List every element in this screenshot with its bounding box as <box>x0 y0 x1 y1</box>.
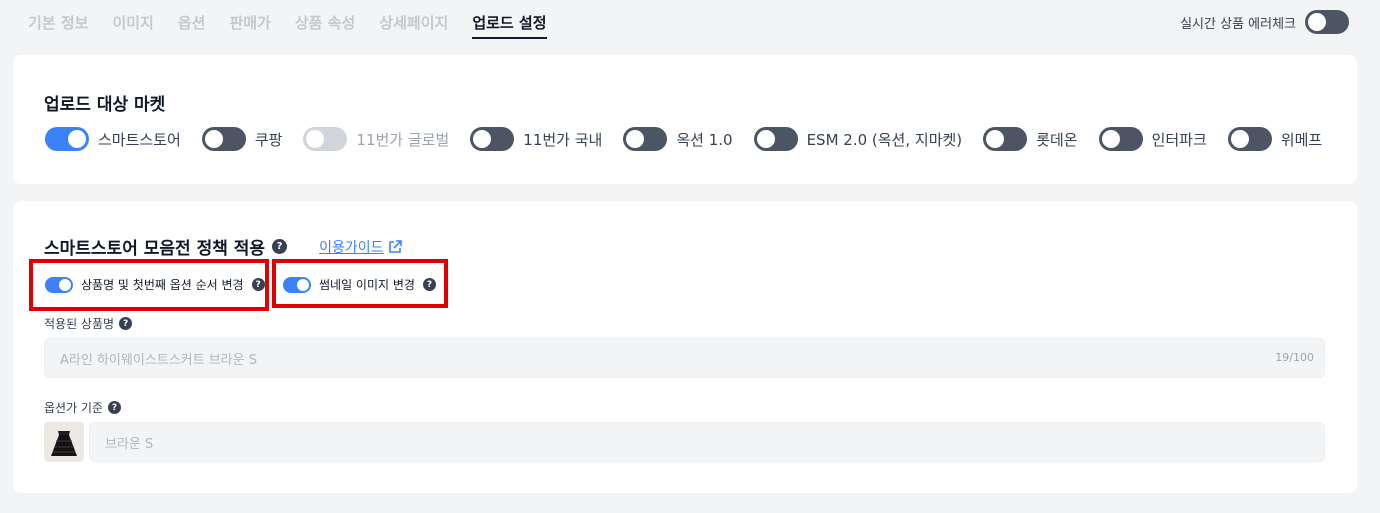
toggle-knob <box>1101 130 1120 148</box>
toggle-lotteon[interactable] <box>983 127 1028 151</box>
market-label: 위메프 <box>1280 130 1323 149</box>
external-link-icon <box>389 239 403 253</box>
applied-name-input[interactable]: A라인 하이웨이스트스커트 브라운 S 19/100 <box>44 338 1325 378</box>
toggle-knob <box>986 130 1005 148</box>
applied-name-field-label: 적용된 상품명 ? <box>44 315 133 332</box>
toggle-knob <box>59 278 71 291</box>
help-icon[interactable]: ? <box>272 239 288 254</box>
policy-header: 스마트스토어 모음전 정책 적용 ? 이용가이드 <box>44 234 403 259</box>
realtime-error-check: 실시간 상품 에러체크 <box>1180 10 1349 34</box>
toggle-auction[interactable] <box>623 127 668 151</box>
help-icon[interactable]: ? <box>108 401 122 414</box>
help-icon[interactable]: ? <box>119 317 133 330</box>
toggle-knob <box>306 130 325 148</box>
market-wemakeprice: 위메프 <box>1227 127 1323 151</box>
option-reorder-label: 상품명 및 첫번째 옵션 순서 변경 <box>81 278 244 292</box>
market-label: 인터파크 <box>1151 130 1207 149</box>
option-reorder-name: 상품명 및 첫번째 옵션 순서 변경 ? <box>45 276 265 293</box>
applied-name-value: A라인 하이웨이스트스커트 브라운 S <box>60 352 257 368</box>
option-value-input[interactable]: 브라운 S <box>89 422 1325 462</box>
market-11st-domestic: 11번가 국내 <box>470 127 602 151</box>
toggle-11st-global[interactable] <box>303 127 348 151</box>
toggle-wemakeprice[interactable] <box>1227 127 1272 151</box>
section-title-policy: 스마트스토어 모음전 정책 적용 <box>44 239 266 259</box>
toggle-coupang[interactable] <box>201 127 246 151</box>
market-lotteon: 롯데온 <box>983 127 1078 151</box>
market-11st-global: 11번가 글로벌 <box>303 127 449 151</box>
upload-market-card: 업로드 대상 마켓 스마트스토어 쿠팡 11번가 글로벌 11번가 국내 옥션 … <box>13 55 1357 184</box>
tab-detail-page[interactable]: 상세페이지 <box>379 12 448 39</box>
toggle-knob <box>473 130 492 148</box>
toggle-reorder-name[interactable] <box>45 276 73 293</box>
tab-images[interactable]: 이미지 <box>112 12 153 39</box>
option-thumbnail-label: 썸네일 이미지 변경 <box>319 278 415 292</box>
option-price-field-label: 옵션가 기준 ? <box>44 399 122 416</box>
toggle-esm[interactable] <box>753 127 798 151</box>
tab-attributes[interactable]: 상품 속성 <box>295 12 355 39</box>
option-thumbnail-change: 썸네일 이미지 변경 ? <box>283 276 436 293</box>
tab-price[interactable]: 판매가 <box>229 12 270 39</box>
market-label: ESM 2.0 (옥션, 지마켓) <box>806 130 963 149</box>
section-title-markets: 업로드 대상 마켓 <box>44 95 166 115</box>
tab-basic-info[interactable]: 기본 정보 <box>28 12 88 39</box>
toggle-11st-domestic[interactable] <box>470 127 515 151</box>
skirt-image <box>44 422 84 462</box>
toggle-knob <box>204 130 223 148</box>
market-label: 쿠팡 <box>254 130 283 149</box>
market-smartstore: 스마트스토어 <box>45 127 181 151</box>
help-icon[interactable]: ? <box>251 278 265 291</box>
usage-guide-label: 이용가이드 <box>319 239 384 256</box>
toggle-knob <box>297 278 309 291</box>
market-label: 스마트스토어 <box>98 130 181 149</box>
realtime-error-check-label: 실시간 상품 에러체크 <box>1180 16 1296 32</box>
toggle-knob <box>1308 13 1326 31</box>
market-coupang: 쿠팡 <box>201 127 283 151</box>
applied-name-label: 적용된 상품명 <box>44 317 115 331</box>
tab-upload-settings[interactable]: 업로드 설정 <box>472 12 547 39</box>
market-auction: 옥션 1.0 <box>623 127 733 151</box>
tab-bar: 기본 정보 이미지 옵션 판매가 상품 속성 상세페이지 업로드 설정 <box>28 12 547 39</box>
realtime-error-check-toggle[interactable] <box>1305 10 1349 34</box>
market-interpark: 인터파크 <box>1098 127 1207 151</box>
tab-options[interactable]: 옵션 <box>178 12 206 39</box>
market-label: 11번가 글로벌 <box>356 130 450 149</box>
market-label: 롯데온 <box>1036 130 1078 149</box>
option-value: 브라운 S <box>105 436 154 452</box>
usage-guide-link[interactable]: 이용가이드 <box>319 237 403 257</box>
toggle-interpark[interactable] <box>1098 127 1143 151</box>
help-icon[interactable]: ? <box>422 278 436 291</box>
policy-card: 스마트스토어 모음전 정책 적용 ? 이용가이드 상품명 및 첫번째 옵션 순서… <box>13 201 1357 493</box>
char-counter: 19/100 <box>1275 351 1314 364</box>
toggle-knob <box>68 130 86 148</box>
toggle-thumbnail-change[interactable] <box>283 276 311 293</box>
market-label: 옥션 1.0 <box>676 130 733 149</box>
product-thumbnail <box>44 422 84 462</box>
toggle-smartstore[interactable] <box>45 127 89 151</box>
market-label: 11번가 국내 <box>523 130 603 149</box>
toggle-knob <box>1230 130 1249 148</box>
toggle-knob <box>756 130 775 148</box>
toggle-knob <box>626 130 645 148</box>
market-toggle-list: 스마트스토어 쿠팡 11번가 글로벌 11번가 국내 옥션 1.0 ESM 2.… <box>45 127 1343 151</box>
market-esm: ESM 2.0 (옥션, 지마켓) <box>753 127 963 151</box>
option-price-label: 옵션가 기준 <box>44 401 104 415</box>
